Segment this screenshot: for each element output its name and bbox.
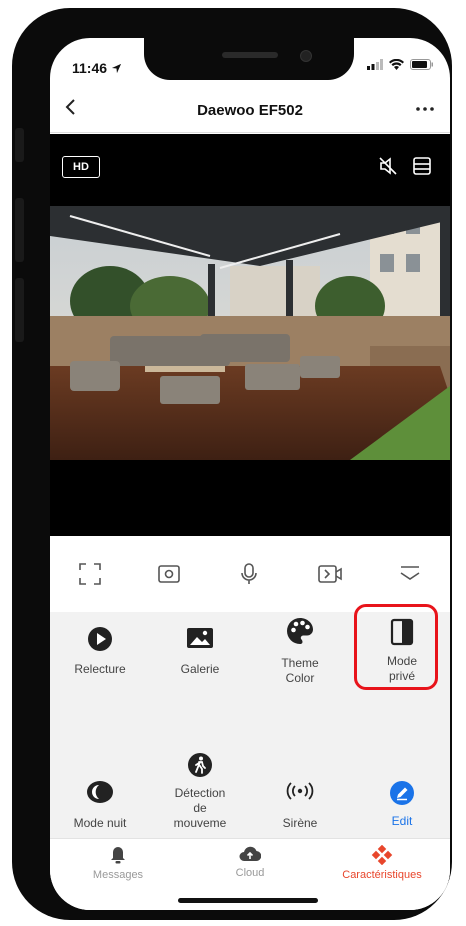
signal-icon: [367, 59, 383, 70]
location-arrow-icon: [111, 63, 122, 74]
volume-down-button: [15, 278, 24, 342]
tab-cloud[interactable]: Cloud: [190, 845, 310, 879]
play-circle-icon: [88, 627, 112, 651]
feature-label: Galerie: [180, 662, 220, 676]
screenshot-icon[interactable]: [157, 562, 181, 586]
microphone-icon[interactable]: [237, 562, 261, 586]
record-video-icon[interactable]: [317, 562, 343, 586]
volume-up-button: [15, 198, 24, 262]
image-icon: [187, 628, 213, 648]
collapse-menu-icon[interactable]: [398, 562, 422, 586]
front-camera: [300, 50, 312, 62]
fullscreen-icon[interactable]: [78, 562, 102, 586]
battery-icon: [410, 59, 433, 70]
feature-label: Edit: [391, 814, 413, 828]
screen: 11:46 Daewoo EF502 HD Relecture Galerie …: [50, 38, 450, 910]
tab-label: Cloud: [235, 867, 265, 879]
feature-label: Relecture: [74, 662, 126, 676]
feature-edit[interactable]: Edit: [362, 780, 442, 829]
tab-label: Messages: [92, 869, 144, 881]
tab-messages[interactable]: Messages: [58, 845, 178, 881]
camera-feed-image: [50, 206, 450, 460]
status-icons: [367, 59, 434, 70]
feature-sirene[interactable]: Sirène: [260, 780, 340, 831]
siren-icon: [286, 782, 314, 800]
highlight-box: [354, 604, 438, 690]
phone-frame: 11:46 Daewoo EF502 HD Relecture Galerie …: [12, 8, 452, 920]
motion-walker-icon: [188, 753, 212, 777]
feature-mode-nuit[interactable]: Mode nuit: [60, 780, 140, 831]
more-options-icon[interactable]: [414, 96, 436, 124]
palette-icon: [287, 618, 313, 644]
feature-label: Sirène: [282, 816, 318, 830]
tab-caracteristiques[interactable]: Caractéristiques: [322, 845, 442, 881]
hd-quality-button[interactable]: HD: [62, 156, 100, 178]
bell-icon: [111, 847, 125, 864]
feature-theme-color[interactable]: Theme Color: [260, 616, 340, 686]
feature-label: Détection de mouveme: [173, 786, 227, 830]
nav-bar: Daewoo EF502: [50, 88, 450, 133]
page-title: Daewoo EF502: [197, 102, 303, 119]
notch: [144, 38, 354, 80]
status-time: 11:46: [72, 60, 122, 76]
home-indicator: [178, 898, 318, 903]
layout-icon[interactable]: [412, 156, 432, 176]
feature-label: Mode nuit: [73, 816, 127, 830]
speaker: [222, 52, 278, 58]
tab-label: Caractéristiques: [342, 869, 422, 881]
speaker-muted-icon[interactable]: [378, 156, 398, 176]
edit-icon: [390, 781, 414, 805]
cloud-icon: [239, 846, 261, 862]
video-player[interactable]: HD: [50, 134, 450, 536]
mute-switch: [15, 128, 24, 162]
feature-relecture[interactable]: Relecture: [60, 626, 140, 677]
tab-bar: Messages Cloud Caractéristiques: [50, 838, 450, 910]
feature-label: Theme Color: [281, 656, 319, 685]
feature-galerie[interactable]: Galerie: [160, 626, 240, 677]
wifi-icon: [389, 59, 404, 70]
features-icon: [371, 845, 393, 865]
feature-detection-mouvement[interactable]: Détection de mouveme: [160, 752, 240, 831]
player-controls: [50, 536, 450, 612]
moon-icon: [87, 781, 113, 803]
